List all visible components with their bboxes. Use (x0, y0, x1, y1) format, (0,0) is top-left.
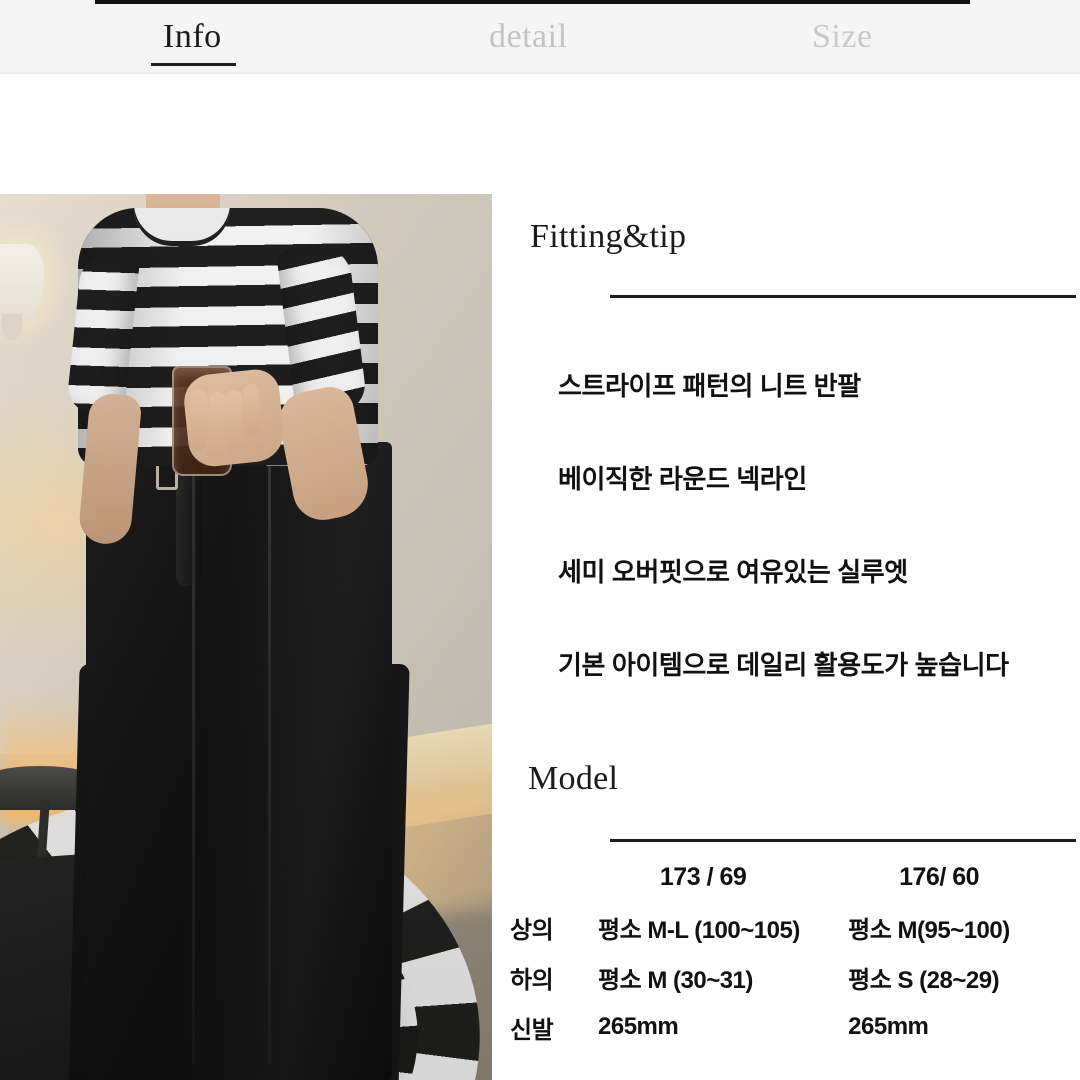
finger (188, 389, 209, 453)
table-header-row: 173 / 69 176/ 60 (510, 852, 1070, 902)
fitting-bullet-list: 스트라이프 패턴의 니트 반팔 베이직한 라운드 넥라인 세미 오버핏으로 여유… (558, 366, 1078, 738)
wall-lamp-neck (2, 314, 22, 340)
tab-active-underline (151, 63, 236, 66)
tab-detail-label: detail (489, 18, 568, 55)
model-a-header: 173 / 69 (659, 862, 747, 891)
tab-info-label: Info (163, 18, 222, 55)
trouser-crease-right (268, 464, 271, 1064)
product-info-panel: Fitting&tip 스트라이프 패턴의 니트 반팔 베이직한 라운드 넥라인… (492, 194, 1080, 1080)
fitting-bullet: 기본 아이템으로 데일리 활용도가 높습니다 (558, 650, 1009, 680)
table-row: 상의 평소 M-L (100~105) 평소 M(95~100) (510, 902, 1070, 952)
finger (206, 391, 227, 463)
model-b-header: 176/ 60 (899, 862, 980, 891)
table-row: 하의 평소 M (30~31) 평소 S (28~29) (510, 952, 1070, 1002)
tab-list: Info detail Size (0, 0, 1080, 72)
row-model-a: 평소 M-L (100~105) (598, 916, 800, 944)
trousers (86, 442, 392, 1080)
model-measurement-table: 173 / 69 176/ 60 상의 평소 M-L (100~105) 평소 … (510, 852, 1070, 1052)
product-photo[interactable] (0, 194, 492, 1080)
row-label: 상의 (510, 916, 554, 944)
tab-info[interactable]: Info (151, 18, 236, 66)
finger (225, 389, 244, 455)
photo-scene (0, 194, 492, 1080)
tab-detail[interactable]: detail (489, 20, 568, 66)
fitting-bullet: 세미 오버핏으로 여유있는 실루엣 (558, 557, 908, 587)
row-model-a: 265mm (598, 1013, 679, 1040)
fitting-section-title: Fitting&tip (530, 218, 687, 255)
tab-size[interactable]: Size (812, 20, 873, 66)
fitting-bullet: 스트라이프 패턴의 니트 반팔 (558, 371, 861, 401)
table-row: 신발 265mm 265mm (510, 1002, 1070, 1052)
row-label: 하의 (510, 966, 554, 994)
row-model-b: 평소 S (28~29) (848, 966, 1000, 994)
row-model-b: 평소 M(95~100) (848, 916, 1010, 944)
fitting-bullet: 베이직한 라운드 넥라인 (558, 464, 807, 494)
tab-bar: Info detail Size (0, 0, 1080, 74)
fitting-section-rule (610, 295, 1076, 298)
model-section-rule (610, 839, 1076, 842)
row-label: 신발 (510, 1016, 554, 1044)
tab-size-label: Size (812, 18, 873, 55)
row-model-b: 265mm (848, 1013, 929, 1040)
model-header-label (510, 852, 598, 902)
finger (242, 383, 262, 437)
row-model-a: 평소 M (30~31) (598, 966, 753, 994)
trouser-pleat (176, 466, 202, 586)
model-section-title: Model (528, 760, 619, 797)
